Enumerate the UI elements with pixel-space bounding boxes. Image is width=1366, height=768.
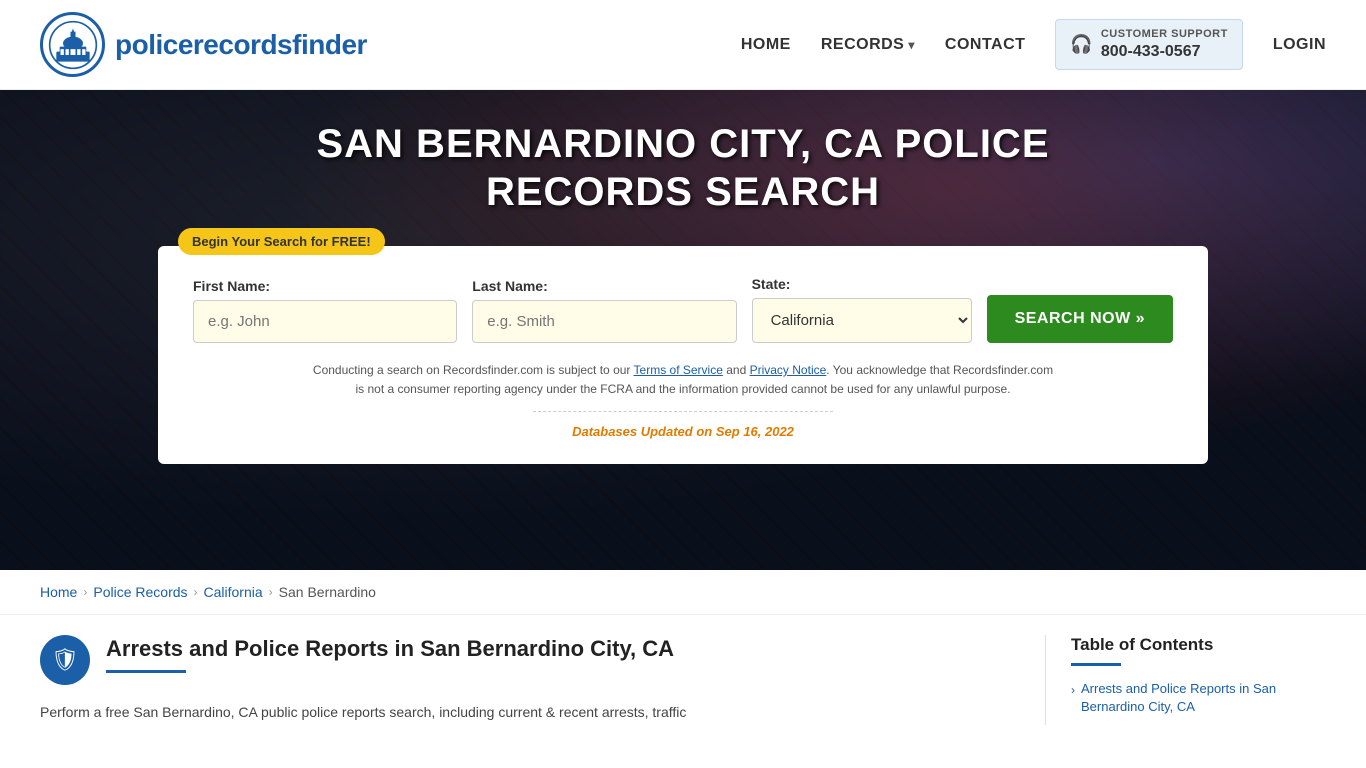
free-badge: Begin Your Search for FREE! [178,228,385,255]
breadcrumb: Home › Police Records › California › San… [0,570,1366,615]
toc-item[interactable]: ›Arrests and Police Reports in San Berna… [1071,680,1326,716]
article-body: Perform a free San Bernardino, CA public… [40,701,1015,725]
article-title: Arrests and Police Reports in San Bernar… [106,635,674,664]
breadcrumb-home[interactable]: Home [40,584,77,600]
hero-section: SAN BERNARDINO CITY, CA POLICE RECORDS S… [0,90,1366,570]
hero-title: SAN BERNARDINO CITY, CA POLICE RECORDS S… [233,120,1133,216]
records-chevron-icon: ▾ [908,38,915,52]
state-field-group: State: AlabamaAlaskaArizonaArkansasCalif… [752,276,972,343]
disclaimer-text: Conducting a search on Recordsfinder.com… [308,361,1058,399]
db-updated: Databases Updated on Sep 16, 2022 [193,424,1173,439]
first-name-label: First Name: [193,278,457,294]
breadcrumb-police-records[interactable]: Police Records [93,584,187,600]
search-box: Begin Your Search for FREE! First Name: … [158,246,1208,464]
shield-icon-circle: 🛡 [40,635,90,685]
divider [533,411,833,412]
state-select[interactable]: AlabamaAlaskaArizonaArkansasCaliforniaCo… [752,298,972,343]
content-right: Table of Contents ›Arrests and Police Re… [1046,635,1326,725]
search-fields: First Name: Last Name: State: AlabamaAla… [193,276,1173,343]
breadcrumb-sep-2: › [194,585,198,599]
last-name-label: Last Name: [472,278,736,294]
terms-link[interactable]: Terms of Service [634,363,723,377]
article-header: 🛡 Arrests and Police Reports in San Bern… [40,635,1015,685]
article-title-area: Arrests and Police Reports in San Bernar… [106,635,674,673]
site-header: policerecordsfinder HOME RECORDS ▾ CONTA… [0,0,1366,90]
logo-icon [40,12,105,77]
breadcrumb-sep-1: › [83,585,87,599]
state-label: State: [752,276,972,292]
search-now-button[interactable]: SEARCH NOW » [987,295,1173,343]
toc-chevron-icon: › [1071,682,1075,699]
support-text: CUSTOMER SUPPORT 800-433-0567 [1101,28,1228,60]
login-button[interactable]: LOGIN [1273,36,1326,54]
privacy-link[interactable]: Privacy Notice [750,363,827,377]
customer-support-box[interactable]: 🎧 CUSTOMER SUPPORT 800-433-0567 [1055,19,1242,69]
nav-home[interactable]: HOME [741,36,791,54]
headphone-icon: 🎧 [1070,34,1092,55]
breadcrumb-current: San Bernardino [279,584,376,600]
first-name-input[interactable] [193,300,457,343]
toc-items: ›Arrests and Police Reports in San Berna… [1071,680,1326,716]
first-name-field-group: First Name: [193,278,457,343]
last-name-field-group: Last Name: [472,278,736,343]
breadcrumb-california[interactable]: California [204,584,263,600]
main-content: 🛡 Arrests and Police Reports in San Bern… [0,615,1366,745]
last-name-input[interactable] [472,300,736,343]
toc-divider [1071,663,1121,666]
toc-title: Table of Contents [1071,635,1326,655]
title-underline [106,670,186,673]
content-left: 🛡 Arrests and Police Reports in San Bern… [40,635,1046,725]
nav-contact[interactable]: CONTACT [945,36,1026,54]
logo-area[interactable]: policerecordsfinder [40,12,367,77]
main-nav: HOME RECORDS ▾ CONTACT 🎧 CUSTOMER SUPPOR… [741,19,1326,69]
breadcrumb-sep-3: › [269,585,273,599]
logo-text: policerecordsfinder [115,29,367,61]
nav-records[interactable]: RECORDS ▾ [821,36,915,54]
shield-icon: 🛡 [51,647,79,673]
